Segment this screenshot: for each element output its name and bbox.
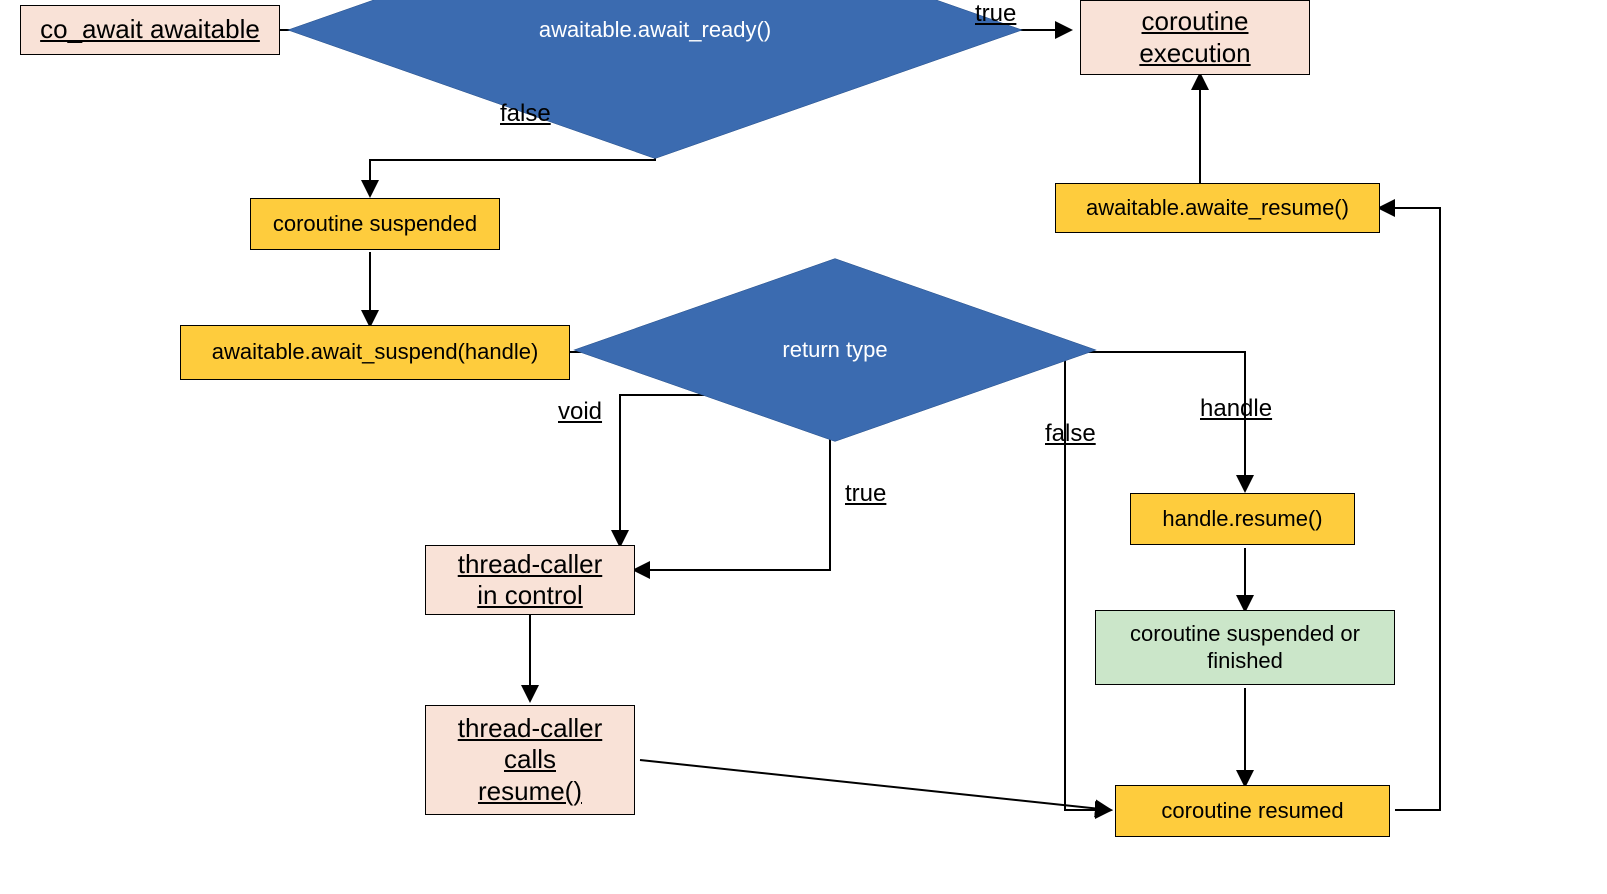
step-await-suspend: awaitable.await_suspend(handle): [180, 325, 570, 380]
terminal-coroutine-execution: coroutine execution: [1080, 0, 1310, 75]
step-coroutine-resumed: coroutine resumed: [1115, 785, 1390, 837]
step-coroutine-suspended: coroutine suspended: [250, 198, 500, 250]
decision-return-type-label: return type: [782, 337, 887, 363]
edge-label-false-top: false: [500, 100, 551, 128]
edge-label-true-mid: true: [845, 480, 886, 508]
flowchart-stage: co_await awaitable awaitable.await_ready…: [0, 0, 1607, 894]
suspended-or-finished-l2: finished: [1207, 648, 1283, 674]
thread-calls-l1: thread-caller: [458, 713, 603, 744]
decision-return-type: return type: [650, 165, 1020, 535]
step-suspended-or-finished: coroutine suspended or finished: [1095, 610, 1395, 685]
edge-label-void: void: [558, 398, 602, 426]
coroutine-execution-l1: coroutine: [1142, 6, 1249, 37]
thread-caller-calls-resume: thread-caller calls resume(): [425, 705, 635, 815]
edge-label-false-right: false: [1045, 420, 1096, 448]
edge-label-handle: handle: [1200, 395, 1272, 423]
decision-await-ready-label: awaitable.await_ready(): [539, 17, 771, 43]
step-handle-resume: handle.resume(): [1130, 493, 1355, 545]
thread-calls-l3: resume(): [478, 776, 582, 807]
suspended-or-finished-l1: coroutine suspended or: [1130, 621, 1360, 647]
thread-calls-l2: calls: [504, 744, 556, 775]
coroutine-execution-l2: execution: [1139, 38, 1250, 69]
start-co-await: co_await awaitable: [20, 5, 280, 55]
thread-caller-l1: thread-caller: [458, 549, 603, 580]
edge-label-true-top: true: [975, 0, 1016, 28]
thread-caller-l2: in control: [477, 580, 583, 611]
step-await-resume: awaitable.awaite_resume(): [1055, 183, 1380, 233]
thread-caller-in-control: thread-caller in control: [425, 545, 635, 615]
